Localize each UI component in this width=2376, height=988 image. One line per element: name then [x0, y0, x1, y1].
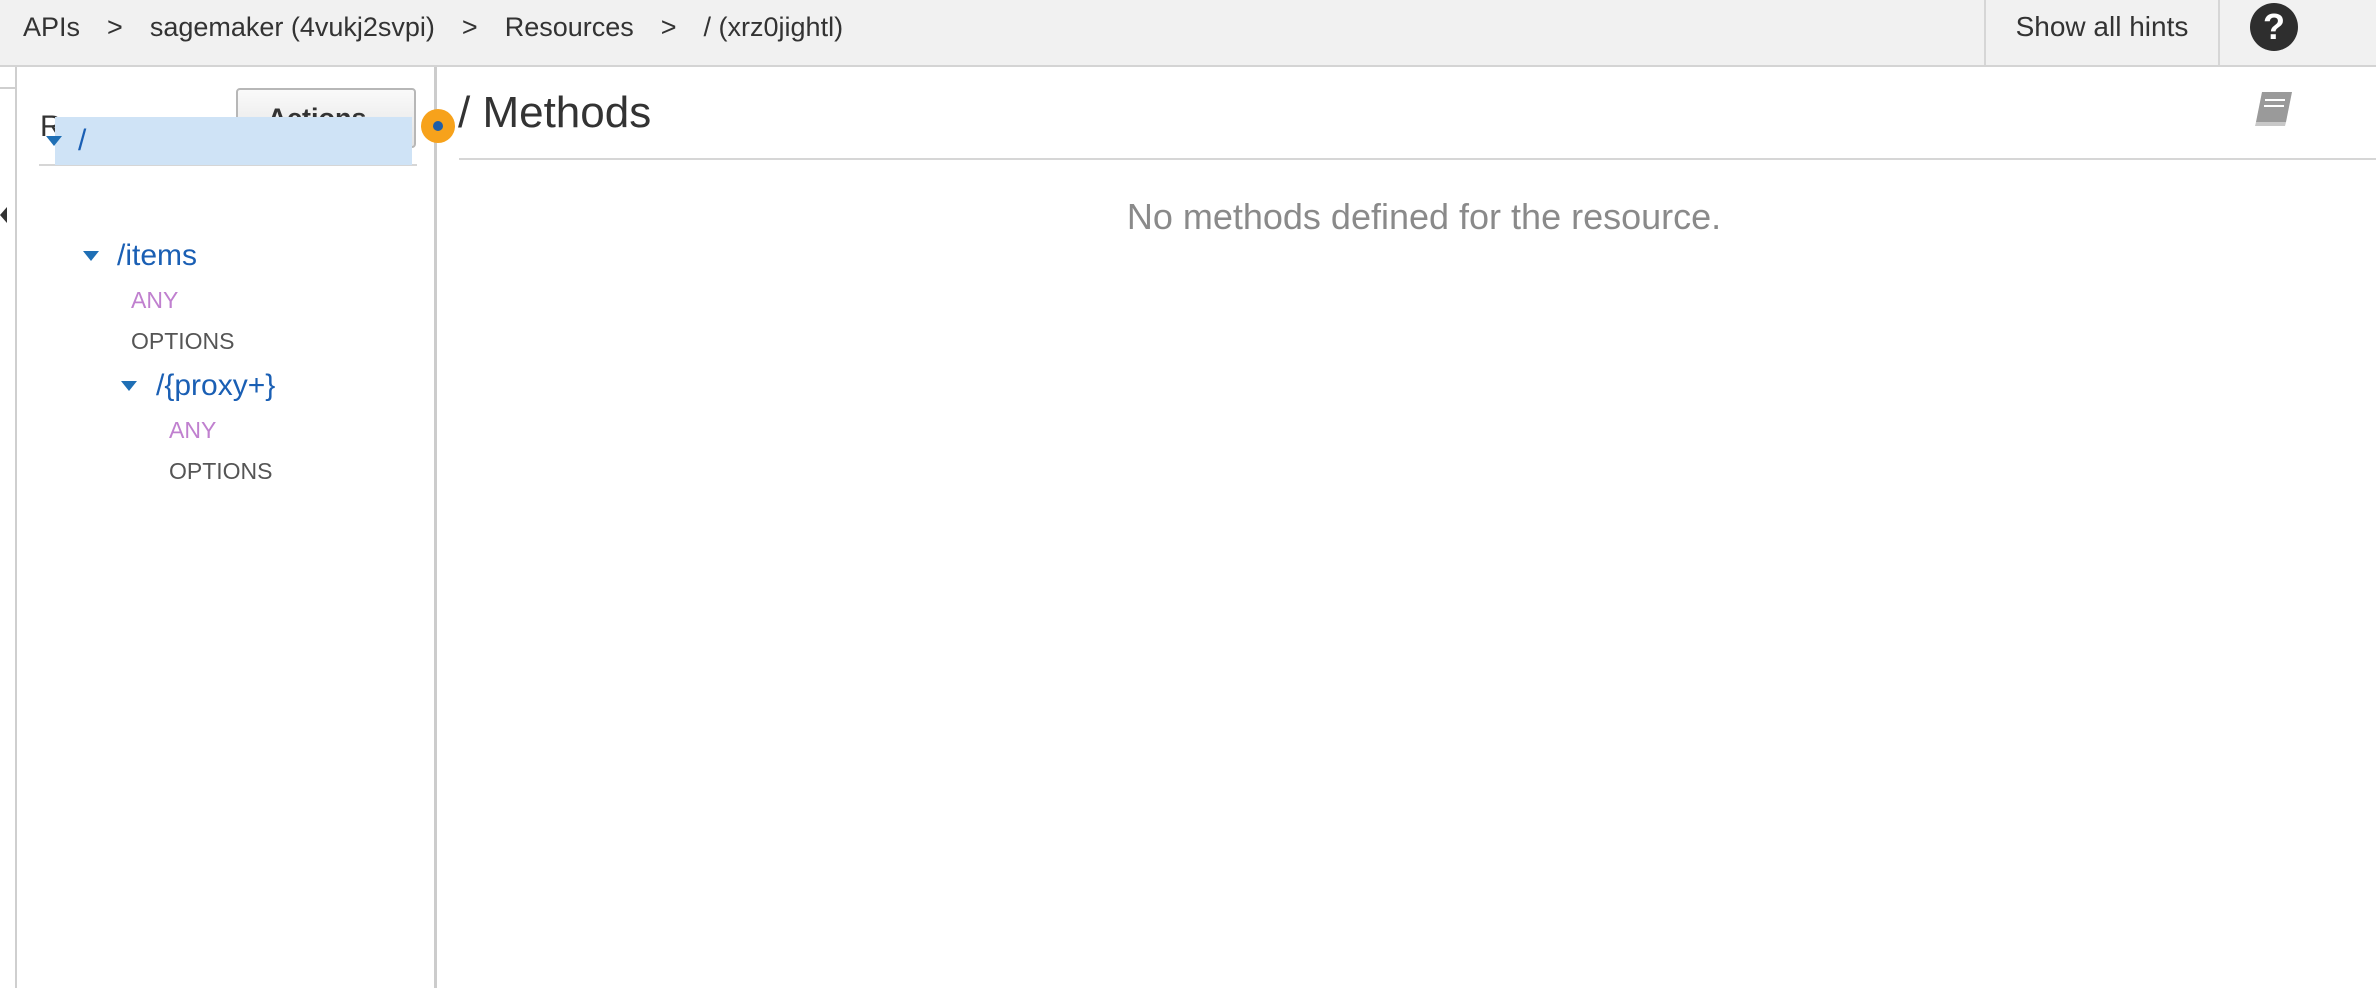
title-divider [459, 158, 2376, 160]
breadcrumb-apis[interactable]: APIs [23, 12, 80, 43]
breadcrumb-current-resource: / (xrz0jightl) [703, 12, 844, 42]
method-any[interactable]: ANY [169, 417, 216, 444]
page-title: / Methods [458, 88, 652, 137]
method-options[interactable]: OPTIONS [131, 328, 235, 355]
resources-sidebar: Resources Actions [19, 67, 437, 988]
tree-node-items[interactable]: /items [83, 236, 197, 276]
tree-node-items-label[interactable]: /items [117, 239, 197, 273]
resize-handle-dot [433, 121, 443, 131]
top-bar: APIs > sagemaker (4vukj2svpi) > Resource… [0, 0, 2376, 67]
left-nav-strip [0, 67, 17, 988]
breadcrumb-api-name[interactable]: sagemaker (4vukj2svpi) [150, 12, 435, 43]
breadcrumb-separator: > [660, 12, 677, 42]
breadcrumb-resources[interactable]: Resources [505, 12, 634, 43]
breadcrumb-separator: > [461, 12, 478, 42]
tree-node-root-label[interactable]: / [78, 124, 86, 158]
book-icon[interactable] [2252, 88, 2296, 128]
breadcrumb: APIs > sagemaker (4vukj2svpi) > Resource… [23, 0, 843, 55]
strip-divider [0, 87, 17, 89]
empty-methods-message: No methods defined for the resource. [1126, 196, 1722, 237]
collapse-left-icon[interactable] [0, 207, 7, 223]
selected-resource-highlight [55, 117, 412, 165]
method-any[interactable]: ANY [131, 287, 178, 314]
show-all-hints-button[interactable]: Show all hints [1984, 0, 2220, 65]
help-circle-icon[interactable]: ? [2250, 3, 2298, 51]
caret-down-icon[interactable] [46, 136, 62, 146]
breadcrumb-separator: > [107, 12, 123, 42]
tree-node-root[interactable]: / [46, 120, 86, 162]
resize-handle-icon[interactable] [421, 109, 455, 143]
caret-down-icon[interactable] [83, 251, 99, 261]
method-options[interactable]: OPTIONS [169, 458, 273, 485]
tree-node-proxy-label[interactable]: /{proxy+} [156, 369, 275, 403]
caret-down-icon[interactable] [121, 381, 137, 391]
tree-node-proxy[interactable]: /{proxy+} [121, 366, 275, 406]
